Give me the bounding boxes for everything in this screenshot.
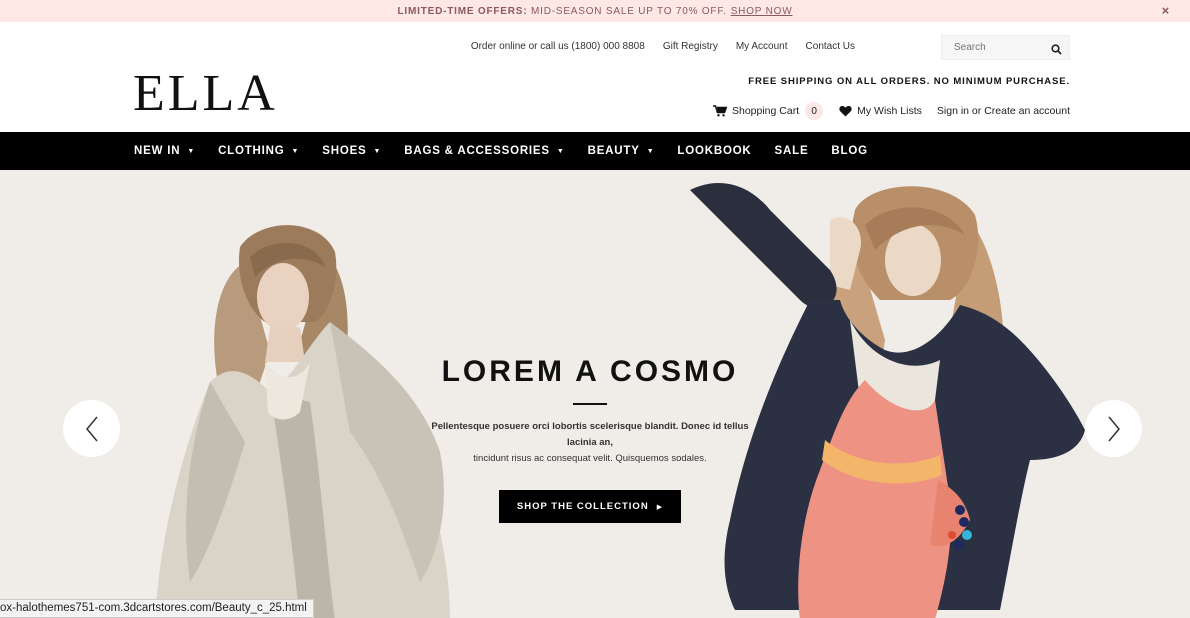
hero-slide-content: LOREM A COSMO Pellentesque posuere orci … (420, 355, 760, 523)
user-links: Shopping Cart 0 My Wish Lists Sign in or… (712, 102, 1070, 120)
browser-status-url: ox-halothemes751-com.3dcartstores.com/Be… (0, 599, 314, 618)
order-phone-text: Order online or call us (1800) 000 8808 (470, 41, 645, 52)
create-account-link[interactable]: Create an account (984, 105, 1070, 117)
wishlist-link[interactable]: My Wish Lists (839, 105, 922, 117)
nav-label: BEAUTY (587, 145, 640, 157)
caret-down-icon: ▼ (373, 147, 382, 155)
shopping-cart-link[interactable]: Shopping Cart 0 (712, 102, 824, 120)
nav-label: BAGS & ACCESSORIES (404, 145, 550, 157)
free-shipping-notice: FREE SHIPPING ON ALL ORDERS. NO MINIMUM … (748, 76, 1070, 87)
nav-label: SHOES (322, 145, 367, 157)
search-input[interactable] (942, 36, 1042, 59)
hero-divider (573, 403, 607, 405)
nav-item-new-in[interactable]: NEW IN ▼ (134, 145, 195, 157)
promo-shop-now-link[interactable]: SHOP NOW (731, 6, 793, 17)
sign-in-link[interactable]: Sign in (937, 105, 969, 117)
site-logo[interactable]: ELLA (133, 68, 278, 120)
nav-item-shoes[interactable]: SHOES ▼ (322, 145, 381, 157)
nav-label: CLOTHING (218, 145, 285, 157)
main-nav: NEW IN ▼ CLOTHING ▼ SHOES ▼ BAGS & ACCESSOR… (0, 132, 1190, 170)
search-box (941, 35, 1070, 60)
chevron-left-icon (85, 416, 98, 441)
caret-down-icon: ▼ (187, 147, 196, 155)
shopping-cart-label: Shopping Cart (731, 105, 800, 117)
shop-the-collection-label: SHOP THE COLLECTION (516, 501, 649, 512)
hero-title: LOREM A COSMO (441, 355, 739, 388)
slider-next-button[interactable] (1085, 400, 1142, 457)
caret-right-icon: ▶ (656, 503, 664, 511)
nav-label: NEW IN (134, 145, 181, 157)
slider-prev-button[interactable] (63, 400, 120, 457)
promo-close-icon[interactable]: × (1162, 3, 1170, 18)
site-header: ELLA Order online or call us (1800) 000 … (0, 22, 1190, 132)
search-icon[interactable] (1051, 42, 1062, 60)
contact-us-link[interactable]: Contact Us (806, 41, 855, 52)
nav-label: SALE (774, 145, 809, 157)
hero-description-line-1: Pellentesque posuere orci lobortis scele… (431, 421, 749, 448)
gift-registry-link[interactable]: Gift Registry (663, 41, 718, 52)
caret-down-icon: ▼ (291, 147, 300, 155)
nav-label: LOOKBOOK (677, 145, 752, 157)
promo-text: MID-SEASON SALE UP TO 70% OFF. (530, 5, 727, 17)
account-links: Sign in or Create an account (937, 105, 1070, 117)
top-links: Order online or call us (1800) 000 8808 … (471, 41, 855, 52)
nav-item-lookbook[interactable]: LOOKBOOK (677, 145, 751, 157)
hero-description-line-2: tincidunt risus ac consequat velit. Quis… (473, 453, 707, 464)
nav-item-clothing[interactable]: CLOTHING ▼ (218, 145, 299, 157)
wishlist-label: My Wish Lists (857, 105, 922, 117)
nav-item-beauty[interactable]: BEAUTY ▼ (588, 145, 655, 157)
hero-slider: LOREM A COSMO Pellentesque posuere orci … (0, 170, 1190, 618)
chevron-right-icon (1107, 416, 1120, 441)
hero-description: Pellentesque posuere orci lobortis scele… (420, 419, 760, 467)
cart-count-badge: 0 (805, 102, 824, 120)
shop-the-collection-button[interactable]: SHOP THE COLLECTION ▶ (498, 490, 682, 523)
or-text: or (971, 105, 982, 117)
promo-bar: LIMITED-TIME OFFERS: MID-SEASON SALE UP … (0, 0, 1190, 22)
my-account-link[interactable]: My Account (736, 41, 788, 52)
nav-item-bags-accessories[interactable]: BAGS & ACCESSORIES ▼ (404, 145, 564, 157)
promo-label: LIMITED-TIME OFFERS: (397, 5, 528, 17)
cart-icon (712, 105, 727, 117)
nav-label: BLOG (831, 145, 868, 157)
caret-down-icon: ▼ (556, 147, 565, 155)
nav-item-blog[interactable]: BLOG (831, 145, 867, 157)
nav-item-sale[interactable]: SALE (775, 145, 809, 157)
heart-icon (839, 105, 852, 117)
caret-down-icon: ▼ (646, 147, 655, 155)
